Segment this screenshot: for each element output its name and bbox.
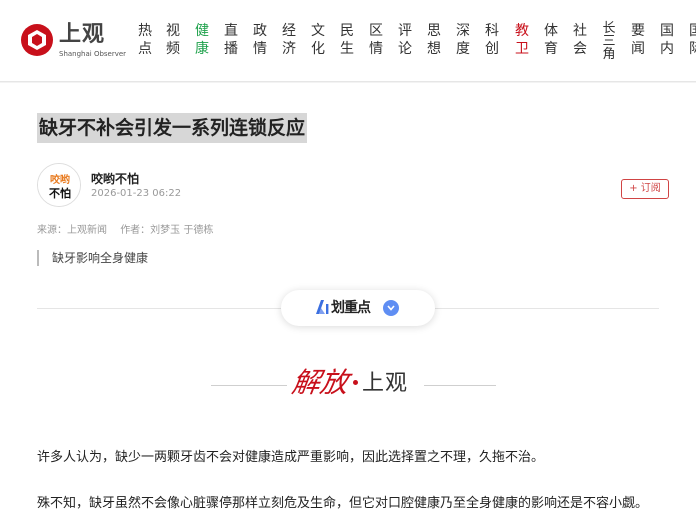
subscribe-button[interactable]: + 订阅 [621,179,669,199]
article-paragraph: 许多人认为，缺少一两颗牙齿不会对健康造成严重影响，因此选择置之不理，久拖不治。 [37,450,545,465]
nav-item-district[interactable]: 区情 [368,22,384,58]
divider-left [37,308,281,309]
ai-highlights-button[interactable]: 划重点 [281,290,435,326]
brand-divider-right [424,385,496,386]
nav-item-domestic[interactable]: 国内 [659,22,675,58]
nav-item-headlines[interactable]: 要闻 [630,22,646,58]
nav-item-sports[interactable]: 体育 [543,22,559,58]
chevron-down-icon [383,300,399,316]
nav-item-yangtze-delta[interactable]: 长三角 [601,22,617,61]
nav-item-politics[interactable]: 政情 [252,22,268,58]
brand-divider-left [211,385,287,386]
brand-name: 上观 [362,371,409,396]
jiefang-shangguan-brand: 解放 上观 [289,363,422,407]
ai-logo-icon [316,300,329,314]
author-name[interactable]: 咬哟不怕 [91,170,139,187]
nav-item-health[interactable]: 健康 [194,22,210,58]
nav-item-hot[interactable]: 热点 [137,22,153,58]
article-source: 来源：上观新闻 [37,225,107,236]
article-title: 缺牙不补会引发一系列连锁反应 [37,113,308,143]
ai-highlights-label: 划重点 [331,300,371,316]
svg-text:咬哟: 咬哟 [50,173,70,186]
publish-time: 2026-01-23 06:22 [91,188,182,199]
author-avatar[interactable]: 咬哟 不怕 [37,163,81,207]
nav-item-thought[interactable]: 思想 [426,22,442,58]
nav-item-depth[interactable]: 深度 [455,22,471,58]
article-paragraph: 殊不知，缺牙虽然不会像心脏骤停那样立刻危及生命，但它对口腔健康乃至全身健康的影响… [37,496,649,511]
nav-item-tech[interactable]: 科创 [484,22,500,58]
svg-text:不怕: 不怕 [49,186,71,200]
site-logo[interactable]: 上观 Shanghai Observer [19,22,127,62]
logo-text-en: Shanghai Observer [59,50,127,58]
nav-item-economy[interactable]: 经济 [281,22,297,58]
nav-item-international[interactable]: 国际 [688,22,696,58]
nav-item-opinion[interactable]: 评论 [397,22,413,58]
nav-item-education-health[interactable]: 教卫 [514,22,530,58]
nav-item-video[interactable]: 视频 [165,22,181,58]
site-header: 上观 Shanghai Observer 热点 视频 健康 直播 政情 经济 文… [0,0,696,82]
article-summary: 缺牙影响全身健康 [37,250,148,266]
article-authors: 作者：刘梦玉 于德栋 [120,225,214,236]
brand-script: 解放 [289,366,351,399]
author-avatar-image: 咬哟 不怕 [38,164,80,206]
shanghai-observer-logo-icon [21,24,53,56]
article-meta: 来源：上观新闻 作者：刘梦玉 于德栋 [37,221,223,236]
nav-item-culture[interactable]: 文化 [310,22,326,58]
nav-item-live[interactable]: 直播 [223,22,239,58]
brand-separator-dot [353,380,358,385]
divider-right [435,308,659,309]
nav-item-society[interactable]: 社会 [572,22,588,58]
logo-text-cn: 上观 [59,22,106,47]
nav-item-livelihood[interactable]: 民生 [339,22,355,58]
